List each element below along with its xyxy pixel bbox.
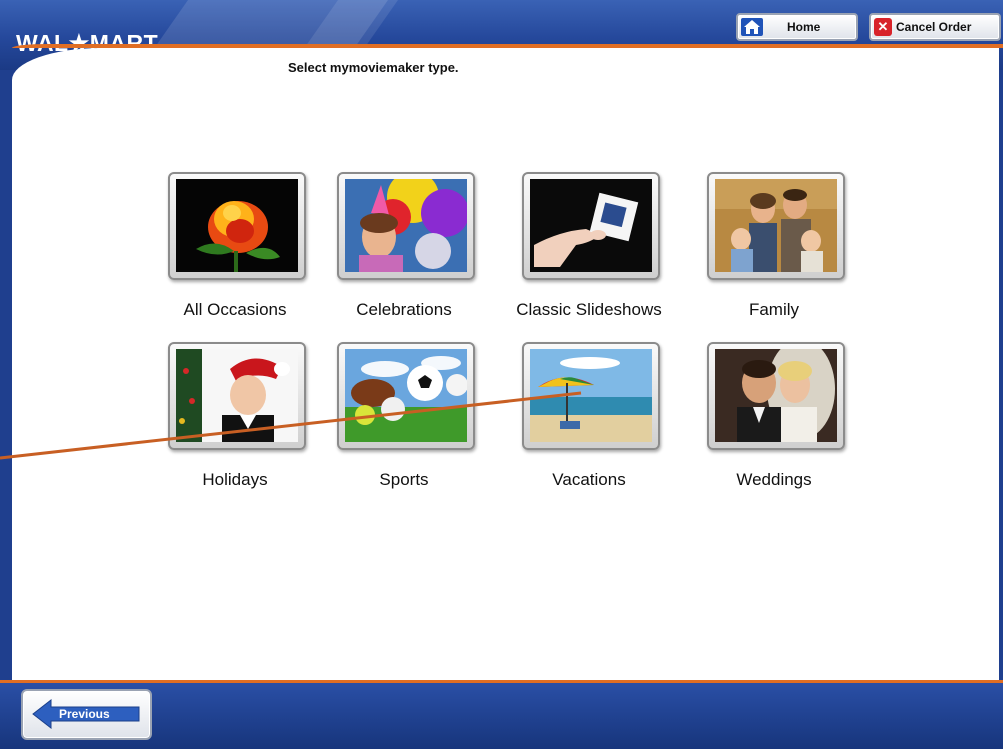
page-title: Select mymoviemaker type.	[288, 60, 459, 75]
type-label-classic-slideshows[interactable]: Classic Slideshows	[489, 300, 689, 320]
content-area	[12, 48, 999, 680]
type-tile-weddings[interactable]	[707, 342, 845, 450]
cancel-order-label: Cancel Order	[896, 20, 972, 34]
type-label-sports[interactable]: Sports	[304, 470, 504, 490]
type-label-weddings[interactable]: Weddings	[674, 470, 874, 490]
type-tile-celebrations[interactable]	[337, 172, 475, 280]
type-tile-holidays[interactable]	[168, 342, 306, 450]
cancel-order-button[interactable]: ✕ Cancel Order	[869, 13, 1001, 41]
type-tile-all-occasions[interactable]	[168, 172, 306, 280]
type-tile-sports[interactable]	[337, 342, 475, 450]
sports-balls-image	[345, 349, 467, 442]
home-button-label: Home	[787, 20, 821, 34]
home-button[interactable]: Home	[736, 13, 858, 41]
home-icon	[741, 18, 763, 36]
balloons-girl-image	[345, 179, 467, 272]
previous-button[interactable]: Previous	[21, 689, 152, 740]
child-holiday-image	[176, 349, 298, 442]
rose-image	[176, 179, 298, 272]
beach-umbrella-image	[530, 349, 652, 442]
wedding-couple-image	[715, 349, 837, 442]
type-label-celebrations[interactable]: Celebrations	[304, 300, 504, 320]
type-tile-vacations[interactable]	[522, 342, 660, 450]
type-tile-classic-slideshows[interactable]	[522, 172, 660, 280]
type-label-family[interactable]: Family	[674, 300, 874, 320]
close-icon: ✕	[874, 18, 892, 36]
slide-in-hand-image	[530, 179, 652, 272]
previous-button-label: Previous	[59, 707, 110, 721]
type-label-vacations[interactable]: Vacations	[489, 470, 689, 490]
type-tile-family[interactable]	[707, 172, 845, 280]
family-portrait-image	[715, 179, 837, 272]
